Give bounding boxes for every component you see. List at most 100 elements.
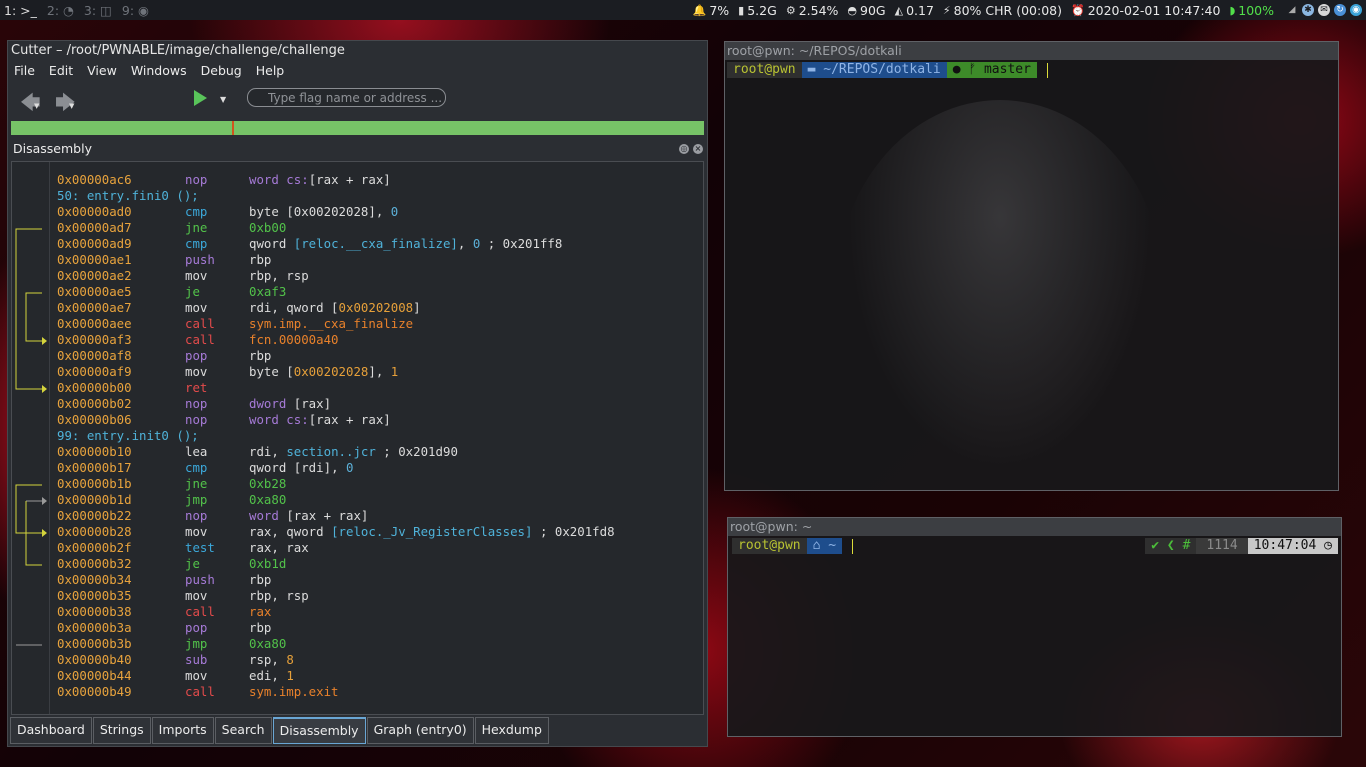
instruction-line[interactable]: 0x00000b06 nop word cs:[rax + rax]: [57, 412, 615, 428]
tab-imports[interactable]: Imports: [151, 717, 214, 744]
instruction-line[interactable]: 0x00000b28 mov rax, qword [reloc._Jv_Regis…: [57, 524, 615, 540]
close-icon[interactable]: ×: [693, 143, 703, 154]
network-icon[interactable]: ✉: [1318, 4, 1330, 16]
instruction-operand: rbp: [249, 572, 272, 587]
instruction-line[interactable]: 0x00000ae7 mov rdi, qword [0x00202008]: [57, 300, 615, 316]
update-icon[interactable]: ↻: [1334, 4, 1346, 16]
instruction-line[interactable]: 0x00000ad0 cmp byte [0x00202028], 0: [57, 204, 615, 220]
instruction-line[interactable]: 0x00000b49 call sym.imp.exit: [57, 684, 615, 700]
tab-hexdump[interactable]: Hexdump: [474, 717, 549, 744]
instruction-line[interactable]: 0x00000b34 push rbp: [57, 572, 615, 588]
instruction-mnemonic: call: [185, 316, 215, 331]
instruction-line[interactable]: 0x00000b44 mov edi, 1: [57, 668, 615, 684]
volume-icon[interactable]: ◢: [1286, 4, 1298, 16]
instruction-mnemonic: jne: [185, 220, 208, 235]
tab-graph-entry0[interactable]: Graph (entry0): [366, 717, 474, 744]
disassembly-view[interactable]: 0x00000ac6 nop word cs:[rax + rax] 50: entr…: [11, 161, 704, 715]
terminal-window-top[interactable]: root@pwn: ~/REPOS/dotkali root@pwn ▬ ~/R…: [724, 41, 1339, 491]
instruction-line[interactable]: 0x00000b32 je 0xb1d: [57, 556, 615, 572]
menu-view[interactable]: View: [87, 63, 117, 78]
jump-arrow: [25, 292, 42, 342]
home-icon: ⌂: [812, 538, 829, 553]
workspace-2[interactable]: 2: ◔: [47, 3, 74, 18]
instruction-line[interactable]: 0x00000b2f test rax, rax: [57, 540, 615, 556]
instruction-line[interactable]: 0x00000b00 ret: [57, 380, 615, 396]
tab-search[interactable]: Search: [214, 717, 272, 744]
instruction-operand: [rax + rax]: [308, 172, 391, 187]
forward-button[interactable]: 🡆 ▼: [55, 88, 76, 122]
instruction-line[interactable]: 0x00000ae2 mov rbp, rsp: [57, 268, 615, 284]
instruction-line[interactable]: 0x00000b3b jmp 0xa80: [57, 636, 615, 652]
workspace-4[interactable]: 9: ◉: [122, 3, 149, 18]
menu-windows[interactable]: Windows: [131, 63, 187, 78]
window-title: Cutter – /root/PWNABLE/image/challenge/c…: [8, 41, 707, 60]
float-icon[interactable]: ◎: [679, 143, 689, 154]
workspace-3[interactable]: 3: ◫: [84, 3, 112, 18]
menu-help[interactable]: Help: [256, 63, 285, 78]
instruction-operand: ],: [368, 364, 391, 379]
workspace-1[interactable]: 1: >_: [4, 3, 37, 18]
tab-disassembly[interactable]: Disassembly: [272, 717, 366, 744]
gear-icon: ⚙: [785, 3, 796, 17]
instruction-address: 0x00000b1b: [57, 476, 132, 491]
instruction-mnemonic: mov: [185, 300, 208, 315]
instruction-line[interactable]: 0x00000ad9 cmp qword [reloc.__cxa_finalize…: [57, 236, 615, 252]
terminal-body[interactable]: root@pwn ▬ ~/REPOS/dotkali ● ᚠ master: [725, 60, 1338, 490]
instruction-line[interactable]: 0x00000af3 call fcn.00000a40: [57, 332, 615, 348]
instruction-line[interactable]: 0x00000b22 nop word [rax + rax]: [57, 508, 615, 524]
instruction-line[interactable]: 0x00000af8 pop rbp: [57, 348, 615, 364]
instruction-line[interactable]: 0x00000ae1 push rbp: [57, 252, 615, 268]
instruction-operand: rdi, qword [: [249, 300, 339, 315]
instruction-mnemonic: call: [185, 684, 215, 699]
back-button[interactable]: 🡄 ▼: [20, 88, 41, 122]
system-tray: ◢ ✱ ✉ ↻ ◉: [1282, 4, 1362, 16]
instruction-operand: sym.imp.__cxa_finalize: [249, 316, 414, 331]
instruction-line[interactable]: 0x00000af9 mov byte [0x00202028], 1: [57, 364, 615, 380]
instruction-operand: 0x00202028: [293, 364, 369, 379]
instruction-line[interactable]: 0x00000ad7 jne 0xb00: [57, 220, 615, 236]
menu-debug[interactable]: Debug: [201, 63, 242, 78]
function-label: 99: entry.init0 ();: [57, 428, 199, 443]
shell-prompt: root@pwn ⌂ ~: [732, 538, 854, 554]
bluetooth-icon[interactable]: ✱: [1302, 4, 1314, 16]
function-label: 50: entry.fini0 ();: [57, 188, 199, 203]
menu-file[interactable]: File: [14, 63, 35, 78]
clock-status[interactable]: ⏰ 2020-02-01 10:47:40: [1071, 3, 1220, 18]
instruction-operand: rax, qword: [249, 524, 332, 539]
navigation-band[interactable]: [11, 121, 704, 135]
notification-status[interactable]: 🔔 7%: [693, 3, 730, 18]
instruction-mnemonic: cmp: [185, 204, 208, 219]
chevron-down-icon: ▼: [69, 102, 75, 110]
instruction-line[interactable]: 0x00000b10 lea rdi, section..jcr ; 0x201d9…: [57, 444, 615, 460]
instruction-line[interactable]: 0x00000b3a pop rbp: [57, 620, 615, 636]
instruction-line[interactable]: 0x00000b1d jmp 0xa80: [57, 492, 615, 508]
instruction-line[interactable]: 0x00000ac6 nop word cs:[rax + rax]: [57, 172, 615, 188]
terminal-body[interactable]: root@pwn ⌂ ~ ✔ ❮ # 1114 10:47:04 ◷: [728, 536, 1341, 736]
terminal-window-bottom[interactable]: root@pwn: ~ root@pwn ⌂ ~ ✔ ❮ # 1114 10:4…: [727, 517, 1342, 737]
status-area: 🔔 7% ▮ 5.2G ⚙ 2.54% ◓ 90G ◭ 0.17 ⚡ 80% CHR (00…: [684, 3, 1366, 18]
function-label-line[interactable]: 99: entry.init0 ();: [57, 428, 615, 444]
instruction-line[interactable]: 0x00000b17 cmp qword [rdi], 0: [57, 460, 615, 476]
debug-options-dropdown[interactable]: ▼: [220, 95, 226, 104]
start-debug-button[interactable]: [194, 88, 208, 106]
tab-strings[interactable]: Strings: [92, 717, 151, 744]
app-icon[interactable]: ◉: [1350, 4, 1362, 16]
flag-search-input[interactable]: [247, 88, 446, 107]
instruction-line[interactable]: 0x00000b40 sub rsp, 8: [57, 652, 615, 668]
instruction-line[interactable]: 0x00000b35 mov rbp, rsp: [57, 588, 615, 604]
menu-edit[interactable]: Edit: [49, 63, 73, 78]
tab-dashboard[interactable]: Dashboard: [10, 717, 92, 744]
instruction-mnemonic: jne: [185, 476, 208, 491]
instruction-line[interactable]: 0x00000ae5 je 0xaf3: [57, 284, 615, 300]
instruction-line[interactable]: 0x00000b38 call rax: [57, 604, 615, 620]
instruction-address: 0x00000b22: [57, 508, 132, 523]
instruction-line[interactable]: 0x00000aee call sym.imp.__cxa_finalize: [57, 316, 615, 332]
instruction-line[interactable]: 0x00000b1b jne 0xb28: [57, 476, 615, 492]
instruction-mnemonic: mov: [185, 588, 208, 603]
function-label-line[interactable]: 50: entry.fini0 ();: [57, 188, 615, 204]
wifi-status[interactable]: ◗ 100%: [1229, 3, 1274, 18]
instruction-operand: word cs:: [249, 172, 309, 187]
instruction-line[interactable]: 0x00000b02 nop dword [rax]: [57, 396, 615, 412]
instruction-address: 0x00000ae5: [57, 284, 132, 299]
instruction-operand: dword: [249, 396, 294, 411]
